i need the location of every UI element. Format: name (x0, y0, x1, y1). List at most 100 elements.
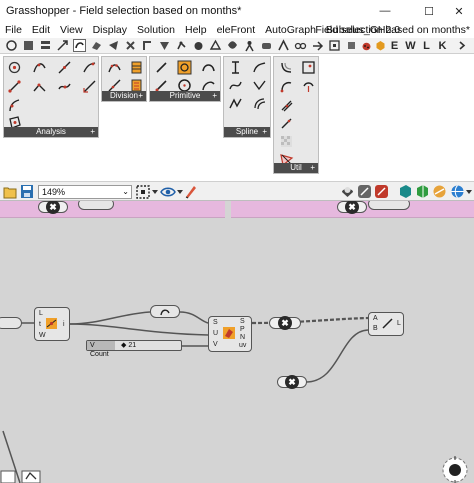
component-fragment-top[interactable] (78, 201, 114, 210)
vector-tab-icon[interactable] (56, 39, 69, 52)
simplify-curve-icon[interactable] (279, 116, 294, 131)
input-port-u[interactable]: U (213, 330, 218, 337)
selected-only-preview-icon[interactable] (398, 184, 413, 199)
menu-edit[interactable]: Edit (27, 22, 55, 38)
canvas-compass-widget[interactable] (438, 454, 472, 483)
v-count-slider[interactable]: V Count ◆ 21 (86, 340, 182, 358)
polyline-icon[interactable] (252, 78, 267, 93)
arc-icon[interactable] (201, 60, 216, 75)
primitive-expand-icon[interactable]: + (212, 91, 217, 101)
surface-points-component[interactable]: S U V S P N uv (208, 316, 252, 352)
evaluate-component[interactable]: L t W i (34, 307, 70, 341)
preview-menu-chevron-icon[interactable] (177, 190, 183, 195)
slider-value[interactable]: ◆ 21 (121, 341, 136, 350)
division-expand-icon[interactable]: + (138, 91, 143, 101)
minimize-button[interactable]: — (370, 0, 400, 22)
nurbs-curve-icon[interactable] (252, 60, 267, 75)
component-fragment-top-right[interactable] (368, 201, 410, 210)
output-port-uv[interactable]: uv (239, 342, 246, 349)
contour-icon[interactable] (129, 60, 144, 75)
output-port-i[interactable]: i (63, 321, 65, 328)
output-port-n[interactable]: N (240, 334, 245, 341)
custom-preview-icon[interactable] (432, 184, 447, 199)
input-port-b[interactable]: B (373, 325, 378, 332)
analysis-expand-icon[interactable]: + (90, 127, 95, 137)
spline-panel-label[interactable]: Spline + (224, 127, 270, 137)
maximize-button[interactable]: ☐ (414, 0, 444, 22)
sketch-pen-icon[interactable] (184, 184, 198, 199)
preview-mesh-icon[interactable] (340, 184, 355, 199)
lunchbox-tab-icon[interactable] (192, 39, 205, 52)
input-port-a[interactable]: A (373, 315, 378, 322)
intersect-tab-icon[interactable] (124, 39, 137, 52)
grasshopper-canvas[interactable]: ✖ ✖ L t W i V Count ◆ 21 S U V S P N uv … (0, 201, 474, 483)
human-tab-icon[interactable] (243, 39, 256, 52)
zoom-menu-chevron-icon[interactable] (152, 190, 158, 195)
input-port-l[interactable]: L (39, 310, 43, 317)
display-tab-icon[interactable] (158, 39, 171, 52)
menu-file[interactable]: File (0, 22, 27, 38)
honeybee-tab-icon[interactable] (374, 39, 387, 52)
input-port-t[interactable]: t (39, 321, 41, 328)
shaded-preview-icon[interactable] (374, 184, 389, 199)
tab-k[interactable]: K (436, 39, 449, 53)
save-file-icon[interactable] (20, 184, 34, 199)
offset-curve-icon[interactable] (279, 60, 294, 75)
kangaroo-tab-icon[interactable] (175, 39, 188, 52)
more-tabs-icon[interactable] (455, 39, 468, 52)
wombat-tab-icon[interactable] (260, 39, 273, 52)
zoom-extents-icon[interactable] (136, 185, 150, 199)
output-port-s[interactable]: S (240, 318, 245, 325)
discontinuity-icon[interactable] (32, 79, 47, 94)
tween-curve-icon[interactable] (252, 96, 267, 111)
preview-eye-icon[interactable] (160, 185, 176, 199)
input-port-s[interactable]: S (213, 319, 218, 326)
input-param-fragment[interactable] (0, 317, 22, 329)
transform-tab-icon[interactable] (141, 39, 154, 52)
kinky-curve-icon[interactable] (228, 96, 243, 111)
end-points-icon[interactable] (7, 79, 22, 94)
input-port-v[interactable]: V (213, 341, 218, 348)
fillet-icon[interactable] (301, 60, 316, 75)
join-curves-icon[interactable] (279, 79, 294, 94)
tab-w[interactable]: W (404, 39, 417, 53)
menu-solution[interactable]: Solution (132, 22, 180, 38)
pufferfish-tab-icon[interactable] (209, 39, 222, 52)
interpolate-icon[interactable] (228, 60, 243, 75)
curvature-icon[interactable] (32, 60, 47, 75)
heteroptera-tab-icon[interactable] (277, 39, 290, 52)
sets-tab-icon[interactable] (39, 39, 52, 52)
point-in-curve-icon[interactable] (7, 98, 22, 113)
param-x-icon-right[interactable]: ✖ (278, 316, 292, 330)
output-port-p[interactable]: P (240, 326, 245, 333)
util-panel-label[interactable]: Util + (274, 163, 318, 173)
evaluate-curve-icon[interactable] (57, 79, 72, 94)
output-port-l[interactable]: L (397, 320, 401, 327)
explode-icon[interactable] (279, 98, 294, 113)
bottom-status-icons[interactable] (0, 469, 44, 483)
bifocals-tab-icon[interactable] (294, 39, 307, 52)
curve-param-mid[interactable] (150, 305, 180, 318)
curve-tab-icon[interactable] (73, 39, 86, 52)
open-file-icon[interactable] (3, 184, 17, 199)
mesh-tab-icon[interactable] (107, 39, 120, 52)
maths-tab-icon[interactable] (22, 39, 35, 52)
menu-elefront[interactable]: eleFront (212, 22, 261, 38)
primitive-panel-label[interactable]: Primitive + (150, 91, 220, 101)
weaverbird-tab-icon[interactable] (226, 39, 239, 52)
divide-curve-icon[interactable] (107, 60, 122, 75)
curve-frame-icon[interactable] (57, 60, 72, 75)
ladybug-tab-icon[interactable] (360, 39, 373, 52)
util-expand-icon[interactable]: + (310, 163, 315, 173)
placeholder-icon[interactable] (279, 134, 294, 149)
circle-cnr-icon[interactable] (177, 60, 192, 75)
surface-tab-icon[interactable] (90, 39, 103, 52)
globe-icon[interactable] (450, 184, 465, 199)
curve-closest-point-icon[interactable] (7, 60, 22, 75)
spline-expand-icon[interactable]: + (262, 127, 267, 137)
zoom-level-select[interactable]: 149% ⌄ (38, 185, 132, 199)
length-icon[interactable] (82, 79, 97, 94)
preview-options-chevron-icon[interactable] (466, 190, 472, 195)
tab-e[interactable]: E (388, 39, 401, 53)
bezier-span-icon[interactable] (228, 78, 243, 93)
